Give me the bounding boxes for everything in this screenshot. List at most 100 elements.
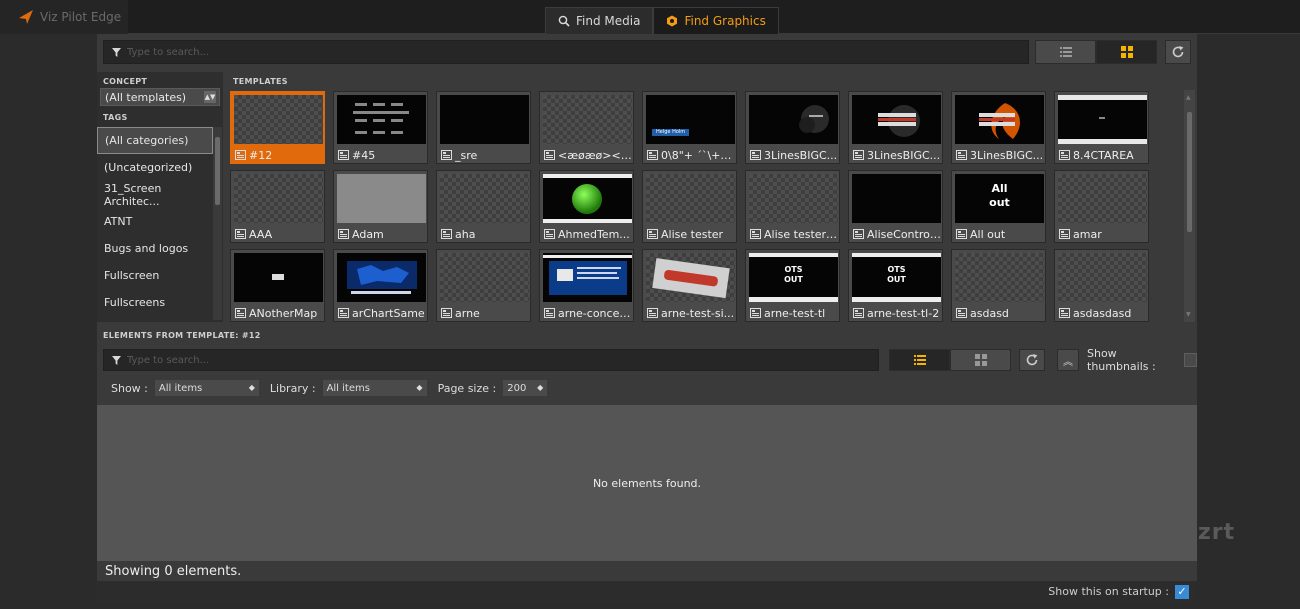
template-card[interactable]: arChartSame (333, 249, 428, 322)
grid-icon (974, 354, 987, 366)
tag-item[interactable]: Bugs and logos (97, 235, 213, 262)
template-card[interactable]: AAA (230, 170, 325, 243)
template-icon (956, 150, 967, 160)
template-card[interactable]: arne (436, 249, 531, 322)
template-label: arChartSame (352, 306, 425, 320)
templates-section: TEMPLATES #12 #45 _sre <æøæø><a ... Helge Ho… (227, 72, 1197, 322)
refresh-button[interactable] (1019, 349, 1045, 371)
elements-search-row: Type to search... ︽ Show thumbnails : (97, 345, 1197, 375)
grid-view-button[interactable] (1096, 40, 1157, 64)
template-card[interactable]: arne-concep... (539, 249, 634, 322)
template-card[interactable]: 3LinesBIGC... (951, 91, 1046, 164)
tags-scrollbar[interactable] (213, 127, 222, 320)
template-caption: arne-concep... (544, 305, 632, 321)
scroll-thumb[interactable] (1187, 112, 1192, 232)
footer: Show this on startup : ✓ (97, 581, 1197, 602)
template-thumbnail (543, 253, 632, 302)
template-card[interactable]: 3LinesBIGC... (848, 91, 943, 164)
tab-find-graphics[interactable]: Find Graphics (653, 7, 779, 34)
show-thumbnails-checkbox[interactable] (1184, 353, 1197, 367)
tag-item[interactable]: Fullscreens (97, 289, 213, 316)
tag-item[interactable]: ATNT (97, 208, 213, 235)
list-view-button[interactable] (889, 349, 950, 371)
template-icon (338, 308, 349, 318)
template-caption: 0\8"+ ´`\+9'... (647, 147, 735, 163)
template-card[interactable]: Alise tester ... (745, 170, 840, 243)
template-card[interactable]: Alise tester (642, 170, 737, 243)
library-select-value: All items (326, 382, 370, 394)
concept-header: CONCEPT (103, 77, 148, 86)
show-label: Show : (111, 381, 148, 395)
template-card[interactable]: All out All out (951, 170, 1046, 243)
page-size-value: 200 (507, 382, 527, 394)
template-label: #45 (352, 148, 376, 162)
thumb-text: OTS OUT (887, 265, 906, 284)
thumb-text: OTS OUT (784, 265, 803, 284)
templates-grid: #12 #45 _sre <æøæø><a ... Helge Holm 0\8"+ ´`… (227, 90, 1184, 322)
templates-scrollbar[interactable]: ▲ ▼ (1184, 90, 1195, 322)
template-card[interactable]: arne-test-si... (642, 249, 737, 322)
watermark: zrt (1198, 520, 1236, 545)
template-thumbnail (646, 253, 735, 302)
elements-search-input[interactable]: Type to search... (103, 349, 879, 371)
list-view-button[interactable] (1035, 40, 1096, 64)
template-card[interactable]: amar (1054, 170, 1149, 243)
template-label: arne (455, 306, 480, 320)
concept-select[interactable]: (All templates) ▲▼ (100, 88, 220, 106)
tag-item[interactable]: Fullscreen (97, 262, 213, 289)
template-card[interactable]: Adam (333, 170, 428, 243)
scroll-down-icon[interactable]: ▼ (1186, 311, 1191, 318)
startup-checkbox[interactable]: ✓ (1175, 584, 1189, 599)
template-caption: 3LinesBIGC... (853, 147, 941, 163)
template-label: 8.4CTAREA (1073, 148, 1134, 162)
template-thumbnail (543, 95, 632, 144)
tab-find-media[interactable]: Find Media (545, 7, 654, 34)
template-card[interactable]: ANotherMap (230, 249, 325, 322)
template-caption: AAA (235, 226, 323, 242)
template-icon (956, 229, 967, 239)
graphics-panel: Type to search... CONCEPT (All templates… (97, 34, 1197, 602)
template-thumbnail (1058, 253, 1147, 302)
tag-item[interactable]: (Uncategorized) (97, 154, 213, 181)
template-card[interactable]: OTS OUT arne-test-tl-2 (848, 249, 943, 322)
refresh-button[interactable] (1165, 40, 1191, 64)
template-card[interactable]: _sre (436, 91, 531, 164)
scroll-thumb[interactable] (215, 137, 220, 205)
show-select[interactable]: All items ◆ (153, 379, 260, 397)
template-icon (1059, 308, 1070, 318)
select-arrows-icon: ◆ (416, 383, 423, 392)
collapse-button[interactable]: ︽ (1057, 349, 1079, 371)
template-caption: aha (441, 226, 529, 242)
template-card[interactable]: aha (436, 170, 531, 243)
template-label: arne-concep... (558, 306, 632, 320)
template-card[interactable]: asdasd (951, 249, 1046, 322)
select-arrows-icon: ▲▼ (204, 91, 216, 103)
template-card[interactable]: #45 (333, 91, 428, 164)
tag-item[interactable]: (All categories) (97, 127, 213, 154)
scroll-up-icon[interactable]: ▲ (1186, 94, 1191, 101)
template-card[interactable]: #12 (230, 91, 325, 164)
template-card[interactable]: asdasdasd (1054, 249, 1149, 322)
template-card[interactable]: 8.4CTAREA (1054, 91, 1149, 164)
template-icon (956, 308, 967, 318)
thumb-text: All out (989, 182, 1010, 209)
template-caption: #12 (235, 147, 323, 163)
tag-item[interactable]: 31_Screen Architec... (97, 181, 213, 208)
template-card[interactable]: AliseControl... (848, 170, 943, 243)
page-size-select[interactable]: 200 ◆ (502, 379, 549, 397)
library-select[interactable]: All items ◆ (321, 379, 428, 397)
template-card[interactable]: OTS OUT arne-test-tl (745, 249, 840, 322)
template-search-input[interactable]: Type to search... (103, 40, 1029, 64)
template-caption: ANotherMap (235, 305, 323, 321)
template-card[interactable]: Helge Holm 0\8"+ ´`\+9'... (642, 91, 737, 164)
grid-view-button[interactable] (950, 349, 1011, 371)
template-label: arne-test-si... (661, 306, 735, 320)
template-card[interactable]: AhmedTem... (539, 170, 634, 243)
template-thumbnail (1058, 174, 1147, 223)
filter-icon (112, 47, 121, 57)
template-card[interactable]: 3LinesBIGC... (745, 91, 840, 164)
template-icon (235, 150, 246, 160)
template-icon (235, 308, 246, 318)
template-thumbnail: OTS OUT (852, 253, 941, 302)
template-card[interactable]: <æøæø><a ... (539, 91, 634, 164)
